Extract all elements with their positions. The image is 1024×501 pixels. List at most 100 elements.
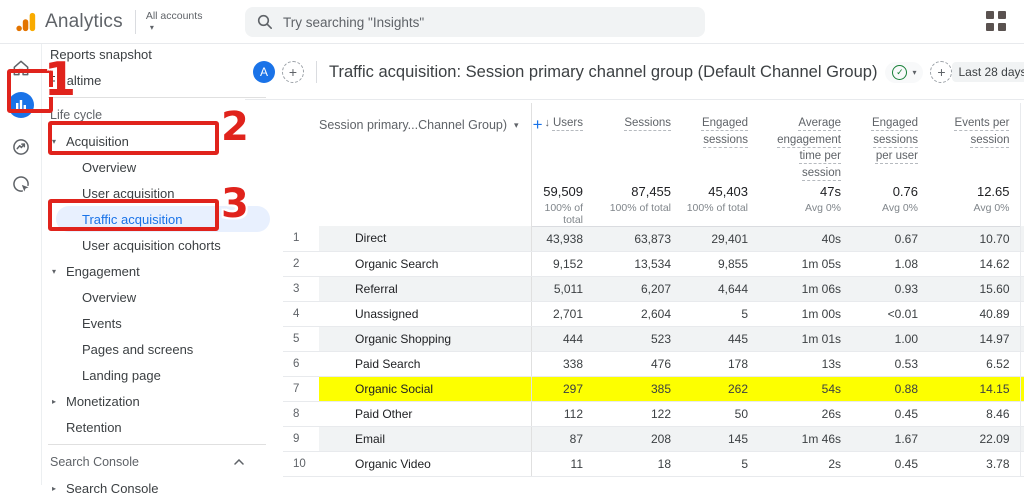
search-input[interactable]: Try searching "Insights" <box>245 7 705 37</box>
advertising-nav-button[interactable] <box>8 171 34 197</box>
sidebar-item-retention[interactable]: Retention <box>42 414 280 440</box>
table-row[interactable]: 1 Direct 43,938 63,873 29,401 40s 0.67 1… <box>283 226 1024 252</box>
report-status-menu[interactable]: ✓ ▾ <box>885 61 924 83</box>
section-label: Life cycle <box>50 108 103 122</box>
sessions-cell: 476 <box>593 351 682 377</box>
traffic-acquisition-table: Session primary...Channel Group) ▾ + ↓ Us… <box>283 103 1024 477</box>
engaged-sessions-cell: 5 <box>681 451 759 477</box>
engaged-sessions-per-user-cell: 1.00 <box>851 326 929 352</box>
add-dimension-button[interactable]: + <box>533 115 543 135</box>
column-label: Events per session <box>954 117 1010 146</box>
avatar[interactable]: A <box>253 61 275 83</box>
sidebar-item-label: Retention <box>66 419 122 435</box>
users-cell: 9,152 <box>531 251 594 277</box>
sidebar-item-search-console[interactable]: ▸ Search Console <box>42 475 280 501</box>
table-row[interactable]: 2 Organic Search 9,152 13,534 9,855 1m 0… <box>283 251 1024 277</box>
explore-nav-button[interactable] <box>8 134 34 160</box>
table-row[interactable]: 8 Paid Other 112 122 50 26s 0.45 8.46 <box>283 401 1024 427</box>
date-range-picker[interactable]: Last 28 days Ju <box>952 62 1024 82</box>
add-button[interactable]: + <box>930 61 953 83</box>
table-row[interactable]: 9 Email 87 208 145 1m 46s 1.67 22.09 <box>283 426 1024 452</box>
content-divider <box>245 99 1024 100</box>
sidebar-item-acquisition[interactable]: ▾ Acquisition <box>42 128 280 154</box>
apps-grid-icon[interactable] <box>986 11 1008 33</box>
table-row[interactable]: 4 Unassigned 2,701 2,604 5 1m 00s <0.01 … <box>283 301 1024 327</box>
reports-nav-button[interactable] <box>7 92 34 118</box>
engaged-sessions-cell: 145 <box>681 426 759 452</box>
add-comparison-button[interactable]: + <box>282 61 304 83</box>
chevron-down-icon: ▾ <box>149 23 154 33</box>
users-cell: 112 <box>531 401 594 427</box>
column-header-engaged-sessions-per-user[interactable]: Engaged sessions per user <box>851 103 928 182</box>
row-edge-spacer <box>1019 276 1024 302</box>
analytics-logo[interactable]: Analytics <box>0 11 123 33</box>
column-header-events-per-session[interactable]: Events per session <box>928 103 1020 182</box>
row-edge-spacer <box>1019 401 1024 427</box>
sidebar-item-acquisition-overview[interactable]: Overview <box>42 154 280 180</box>
dimension-selector[interactable]: Session primary...Channel Group) <box>319 118 507 132</box>
sidebar-item-traffic-acquisition[interactable]: Traffic acquisition <box>56 206 270 232</box>
column-label: Engaged sessions per user <box>871 117 919 163</box>
analytics-logo-icon <box>16 12 36 31</box>
advertising-icon <box>12 176 29 192</box>
events-per-session-cell: 14.97 <box>928 326 1021 352</box>
sidebar-section-life-cycle[interactable]: Life cycle <box>42 102 280 128</box>
avg-engagement-time-cell: 2s <box>758 451 852 477</box>
chevron-down-icon[interactable]: ▾ <box>514 120 519 131</box>
reports-sidebar: Reports snapshot Realtime Life cycle ▾ A… <box>42 44 280 496</box>
column-header-sessions[interactable]: Sessions <box>593 103 681 182</box>
account-label: All accounts <box>145 9 203 22</box>
sidebar-item-label: Search Console <box>66 480 159 496</box>
sidebar-item-user-acquisition[interactable]: User acquisition <box>42 180 280 206</box>
engaged-sessions-per-user-cell: <0.01 <box>851 301 929 327</box>
sidebar-section-search-console[interactable]: Search Console <box>42 449 280 475</box>
events-per-session-cell: 22.09 <box>928 426 1021 452</box>
sidebar-item-monetization[interactable]: ▸ Monetization <box>42 388 280 414</box>
sidebar-item-engagement[interactable]: ▾ Engagement <box>42 258 280 284</box>
triangle-down-icon: ▾ <box>51 266 56 276</box>
row-number: 9 <box>283 426 319 452</box>
users-cell: 444 <box>531 326 594 352</box>
total-sessions: 87,455 100% of total <box>593 181 682 227</box>
avg-engagement-time-cell: 1m 01s <box>758 326 852 352</box>
total-events-per-session: 12.65 Avg 0% <box>928 181 1021 227</box>
table-row[interactable]: 3 Referral 5,011 6,207 4,644 1m 06s 0.93… <box>283 276 1024 302</box>
avg-engagement-time-cell: 13s <box>758 351 852 377</box>
column-header-avg-engagement-time[interactable]: Average engagement time per session <box>758 103 851 182</box>
engaged-sessions-cell: 9,855 <box>681 251 759 277</box>
engaged-sessions-cell: 445 <box>681 326 759 352</box>
row-number: 3 <box>283 276 319 302</box>
sidebar-item-pages-and-screens[interactable]: Pages and screens <box>42 336 280 362</box>
events-per-session-cell: 14.15 <box>928 376 1021 402</box>
report-header: A + Traffic acquisition: Session primary… <box>245 52 1024 92</box>
row-number: 2 <box>283 251 319 277</box>
sessions-cell: 13,534 <box>593 251 682 277</box>
table-row[interactable]: 5 Organic Shopping 444 523 445 1m 01s 1.… <box>283 326 1024 352</box>
home-nav-button[interactable] <box>8 55 34 81</box>
sessions-cell: 523 <box>593 326 682 352</box>
table-row[interactable]: 6 Paid Search 338 476 178 13s 0.53 6.52 <box>283 351 1024 377</box>
app-title: Analytics <box>45 10 123 32</box>
row-edge-spacer <box>1019 451 1024 477</box>
sidebar-item-label: Pages and screens <box>82 341 194 357</box>
channel-name-cell: Organic Social <box>319 376 532 402</box>
sidebar-item-user-acquisition-cohorts[interactable]: User acquisition cohorts <box>42 232 280 258</box>
sidebar-item-landing-page[interactable]: Landing page <box>42 362 280 388</box>
column-header-engaged-sessions[interactable]: Engaged sessions <box>681 103 758 182</box>
grid-dot <box>998 23 1006 31</box>
row-number: 4 <box>283 301 319 327</box>
chevron-up-icon <box>234 459 244 465</box>
table-row[interactable]: 7 Organic Social 297 385 262 54s 0.88 14… <box>283 376 1024 402</box>
sidebar-item-events[interactable]: Events <box>42 310 280 336</box>
sort-desc-icon: ↓ <box>544 117 550 129</box>
users-cell: 2,701 <box>531 301 594 327</box>
row-number: 1 <box>283 226 319 252</box>
row-number: 8 <box>283 401 319 427</box>
engaged-sessions-per-user-cell: 0.88 <box>851 376 929 402</box>
users-cell: 5,011 <box>531 276 594 302</box>
account-switcher[interactable]: All accounts ▾ <box>146 11 203 33</box>
sidebar-item-engagement-overview[interactable]: Overview <box>42 284 280 310</box>
table-edge-spacer <box>1019 103 1024 227</box>
users-cell: 87 <box>531 426 594 452</box>
table-row[interactable]: 10 Organic Video 11 18 5 2s 0.45 3.78 <box>283 451 1024 477</box>
